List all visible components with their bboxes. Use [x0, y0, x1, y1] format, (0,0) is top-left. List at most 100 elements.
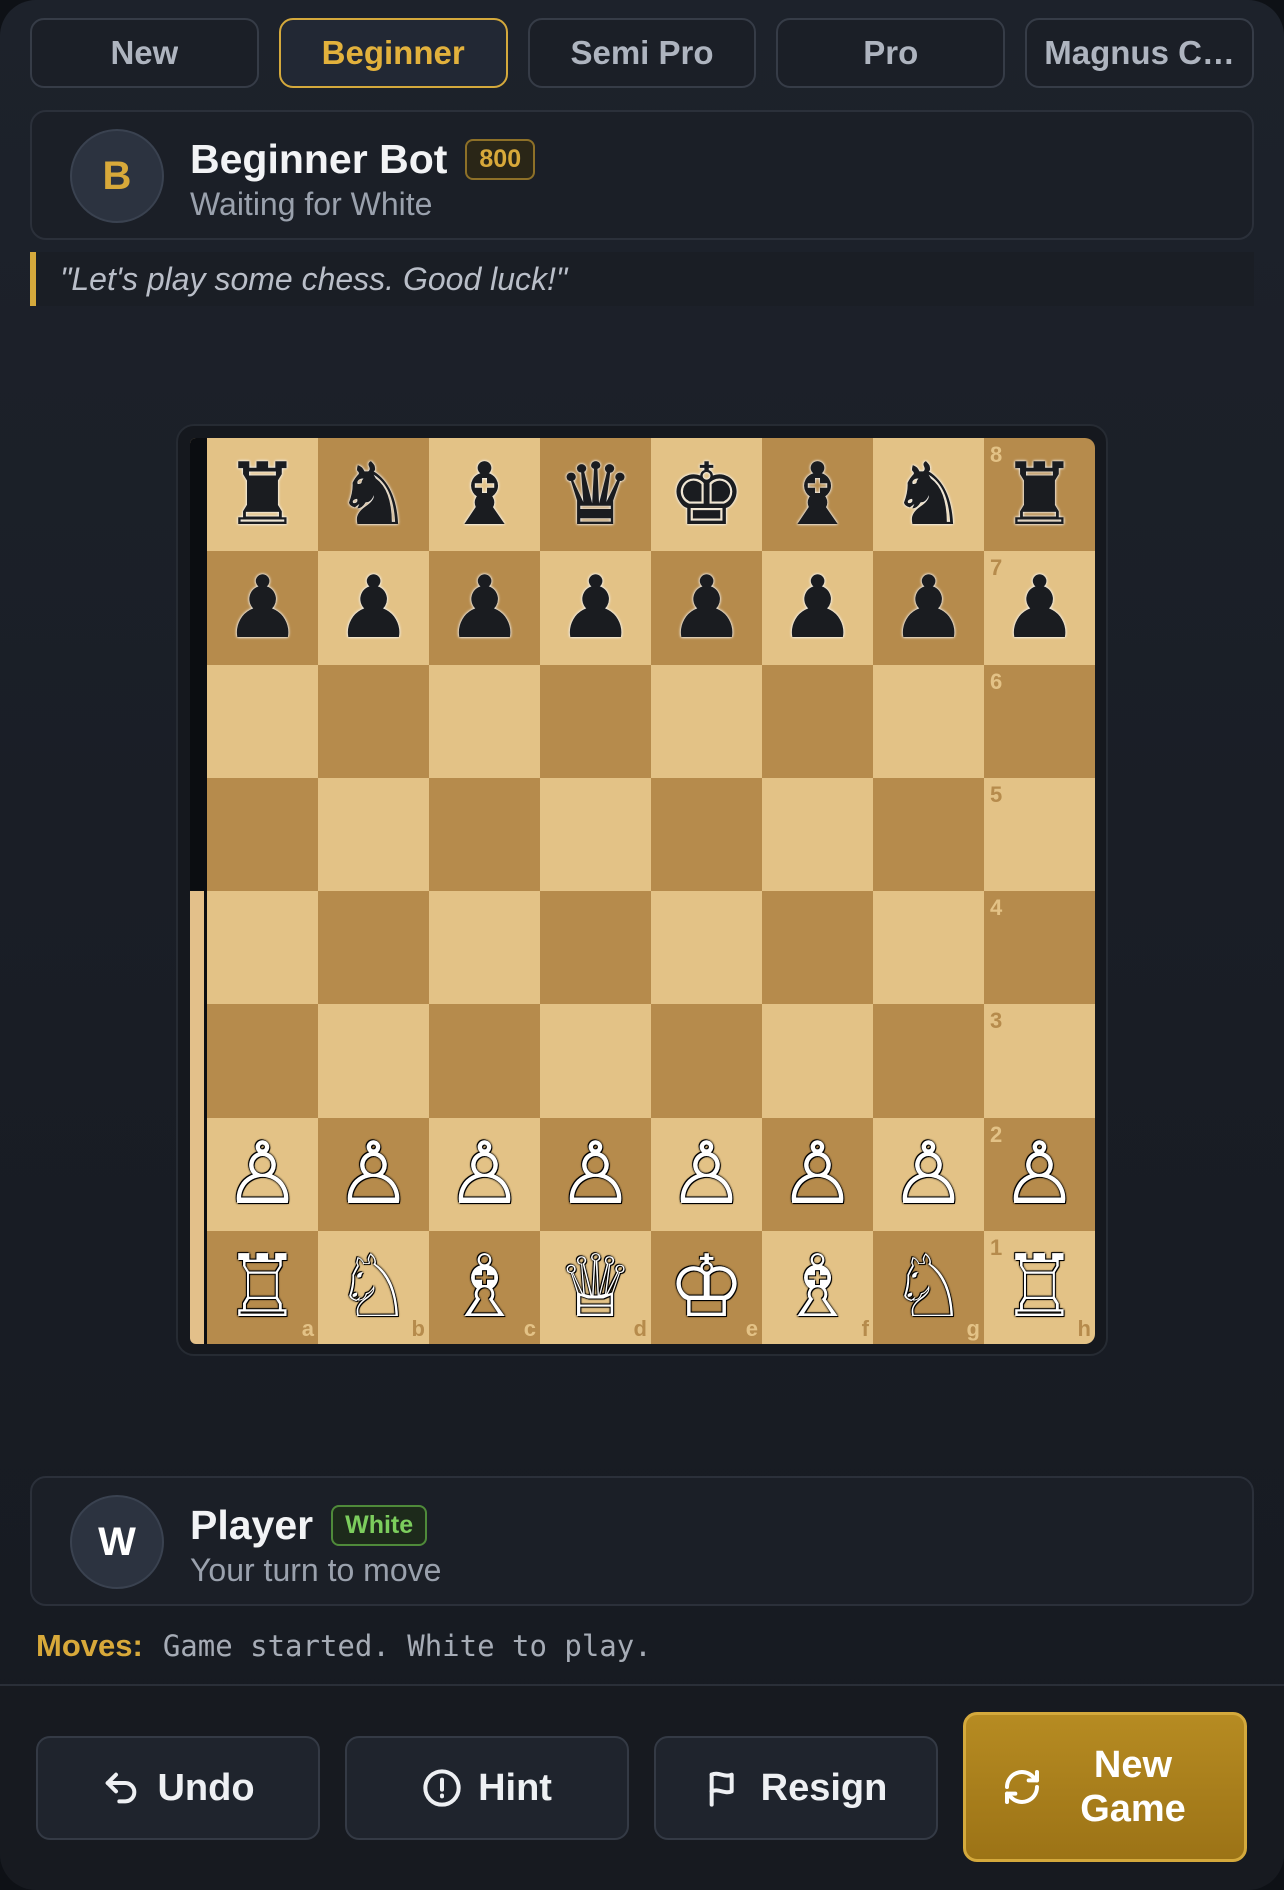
- square-d1[interactable]: ♕ d: [540, 1230, 651, 1344]
- square-a3[interactable]: [207, 1004, 318, 1118]
- black-queen-piece[interactable]: ♛: [557, 452, 634, 538]
- square-a5[interactable]: [207, 777, 318, 891]
- square-f7[interactable]: ♟: [762, 551, 873, 665]
- square-d8[interactable]: ♛: [540, 438, 651, 552]
- white-pawn-piece[interactable]: ♙: [335, 1131, 412, 1217]
- square-e4[interactable]: [651, 891, 762, 1005]
- tab-magnus[interactable]: Magnus C…: [1025, 18, 1254, 88]
- square-h8[interactable]: ♜ 8: [984, 438, 1095, 552]
- square-c3[interactable]: [429, 1004, 540, 1118]
- white-pawn-piece[interactable]: ♙: [779, 1131, 856, 1217]
- chess-board[interactable]: ♜ ♞ ♝ ♛ ♚ ♝ ♞ ♜ 8 ♟ ♟ ♟ ♟ ♟ ♟ ♟ ♟ 7 6 5 4 3 ♙ ♙ ♙ ♙ ♙ ♙ ♙ ♙ 2 ♖ a ♘ b ♗ c ♕ d ♔…: [207, 438, 1095, 1344]
- white-pawn-piece[interactable]: ♙: [1001, 1131, 1078, 1217]
- white-rook-piece[interactable]: ♖: [224, 1244, 301, 1330]
- square-b1[interactable]: ♘ b: [318, 1230, 429, 1344]
- square-f6[interactable]: [762, 664, 873, 778]
- black-pawn-piece[interactable]: ♟: [779, 565, 856, 651]
- square-f4[interactable]: [762, 891, 873, 1005]
- square-h7[interactable]: ♟ 7: [984, 551, 1095, 665]
- black-king-piece[interactable]: ♚: [668, 452, 745, 538]
- square-e1[interactable]: ♔ e: [651, 1230, 762, 1344]
- square-e8[interactable]: ♚: [651, 438, 762, 552]
- black-bishop-piece[interactable]: ♝: [779, 452, 856, 538]
- white-knight-piece[interactable]: ♘: [890, 1244, 967, 1330]
- square-a8[interactable]: ♜: [207, 438, 318, 552]
- resign-button[interactable]: Resign: [654, 1736, 938, 1840]
- square-c5[interactable]: [429, 777, 540, 891]
- square-d6[interactable]: [540, 664, 651, 778]
- tab-beginner[interactable]: Beginner: [278, 18, 508, 88]
- square-f2[interactable]: ♙: [762, 1117, 873, 1231]
- black-pawn-piece[interactable]: ♟: [890, 565, 967, 651]
- square-a2[interactable]: ♙: [207, 1117, 318, 1231]
- square-g5[interactable]: [873, 777, 984, 891]
- square-e6[interactable]: [651, 664, 762, 778]
- white-pawn-piece[interactable]: ♙: [557, 1131, 634, 1217]
- white-pawn-piece[interactable]: ♙: [668, 1131, 745, 1217]
- square-f3[interactable]: [762, 1004, 873, 1118]
- square-b5[interactable]: [318, 777, 429, 891]
- square-b4[interactable]: [318, 891, 429, 1005]
- square-g2[interactable]: ♙: [873, 1117, 984, 1231]
- white-pawn-piece[interactable]: ♙: [224, 1131, 301, 1217]
- square-b6[interactable]: [318, 664, 429, 778]
- square-h5[interactable]: 5: [984, 777, 1095, 891]
- square-e7[interactable]: ♟: [651, 551, 762, 665]
- square-d7[interactable]: ♟: [540, 551, 651, 665]
- white-king-piece[interactable]: ♔: [668, 1244, 745, 1330]
- square-h1[interactable]: ♖ 1 h: [984, 1230, 1095, 1344]
- hint-button[interactable]: Hint: [345, 1736, 629, 1840]
- black-bishop-piece[interactable]: ♝: [446, 452, 523, 538]
- black-pawn-piece[interactable]: ♟: [224, 565, 301, 651]
- square-e3[interactable]: [651, 1004, 762, 1118]
- square-f8[interactable]: ♝: [762, 438, 873, 552]
- square-h2[interactable]: ♙ 2: [984, 1117, 1095, 1231]
- square-a1[interactable]: ♖ a: [207, 1230, 318, 1344]
- square-c7[interactable]: ♟: [429, 551, 540, 665]
- square-a7[interactable]: ♟: [207, 551, 318, 665]
- white-pawn-piece[interactable]: ♙: [446, 1131, 523, 1217]
- black-knight-piece[interactable]: ♞: [890, 452, 967, 538]
- square-a6[interactable]: [207, 664, 318, 778]
- square-b3[interactable]: [318, 1004, 429, 1118]
- white-knight-piece[interactable]: ♘: [335, 1244, 412, 1330]
- square-g8[interactable]: ♞: [873, 438, 984, 552]
- square-g4[interactable]: [873, 891, 984, 1005]
- square-g7[interactable]: ♟: [873, 551, 984, 665]
- square-c4[interactable]: [429, 891, 540, 1005]
- black-pawn-piece[interactable]: ♟: [1001, 565, 1078, 651]
- square-d4[interactable]: [540, 891, 651, 1005]
- white-bishop-piece[interactable]: ♗: [446, 1244, 523, 1330]
- square-e5[interactable]: [651, 777, 762, 891]
- square-b2[interactable]: ♙: [318, 1117, 429, 1231]
- tab-new[interactable]: New: [30, 18, 259, 88]
- square-h3[interactable]: 3: [984, 1004, 1095, 1118]
- black-rook-piece[interactable]: ♜: [224, 452, 301, 538]
- square-a4[interactable]: [207, 891, 318, 1005]
- white-bishop-piece[interactable]: ♗: [779, 1244, 856, 1330]
- square-g1[interactable]: ♘ g: [873, 1230, 984, 1344]
- square-h4[interactable]: 4: [984, 891, 1095, 1005]
- white-pawn-piece[interactable]: ♙: [890, 1131, 967, 1217]
- square-f5[interactable]: [762, 777, 873, 891]
- white-rook-piece[interactable]: ♖: [1001, 1244, 1078, 1330]
- square-b7[interactable]: ♟: [318, 551, 429, 665]
- square-d5[interactable]: [540, 777, 651, 891]
- square-g6[interactable]: [873, 664, 984, 778]
- undo-button[interactable]: Undo: [36, 1736, 320, 1840]
- black-pawn-piece[interactable]: ♟: [335, 565, 412, 651]
- square-f1[interactable]: ♗ f: [762, 1230, 873, 1344]
- black-pawn-piece[interactable]: ♟: [668, 565, 745, 651]
- tab-pro[interactable]: Pro: [776, 18, 1006, 88]
- square-c6[interactable]: [429, 664, 540, 778]
- square-h6[interactable]: 6: [984, 664, 1095, 778]
- black-rook-piece[interactable]: ♜: [1001, 452, 1078, 538]
- black-pawn-piece[interactable]: ♟: [446, 565, 523, 651]
- tab-semi-pro[interactable]: Semi Pro: [527, 18, 757, 88]
- square-d3[interactable]: [540, 1004, 651, 1118]
- square-b8[interactable]: ♞: [318, 438, 429, 552]
- square-c1[interactable]: ♗ c: [429, 1230, 540, 1344]
- black-pawn-piece[interactable]: ♟: [557, 565, 634, 651]
- new-game-button[interactable]: New Game: [963, 1712, 1247, 1862]
- black-knight-piece[interactable]: ♞: [335, 452, 412, 538]
